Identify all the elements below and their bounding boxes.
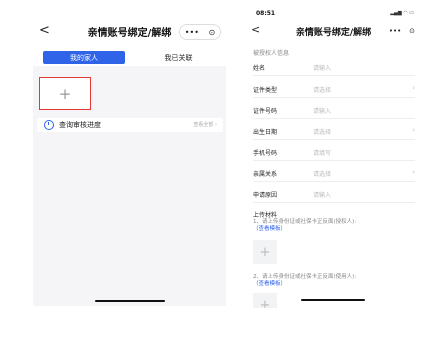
review-progress-row[interactable]: 查询审核进度 查看全部 › (37, 118, 223, 132)
signal-wifi-battery-icon: ▂▄▆ ◠ ▭ (390, 10, 414, 16)
field-label: 手机号码 (253, 150, 278, 157)
field-name[interactable]: 姓名 请输入 (253, 57, 415, 76)
field-id-number[interactable]: 证件号码 请输入 (253, 100, 415, 119)
field-label: 出生日期 (253, 129, 278, 136)
field-input[interactable]: 请输入 (313, 190, 331, 199)
field-id-type[interactable]: 证件类型 请选择 › (253, 79, 415, 98)
status-bar: 08:51 ▂▄▆ ◠ ▭ (245, 8, 422, 22)
field-label: 申请原因 (253, 192, 278, 199)
view-template-link-1[interactable]: （查看模板） (253, 226, 286, 232)
field-input[interactable]: 请输入 (313, 63, 331, 72)
field-input[interactable]: 请填写 (313, 148, 331, 157)
tab-linked[interactable]: 我已关联 (141, 51, 216, 64)
upload-text-2: 2、请上传身份证或社保卡正反面(使用人): (253, 274, 357, 280)
clock-icon (44, 120, 54, 130)
close-target-icon[interactable]: ⊙ (209, 28, 216, 37)
field-label: 姓名 (253, 65, 266, 72)
field-relationship[interactable]: 亲属关系 请选择 › (253, 163, 415, 182)
tab-bar: 我的家人 我已关联 (33, 48, 226, 66)
home-indicator (95, 300, 165, 302)
field-label: 证件类型 (253, 87, 278, 94)
view-all-link[interactable]: 查看全部 › (193, 121, 217, 128)
chevron-right-icon: › (412, 84, 415, 92)
field-label: 证件号码 (253, 108, 278, 115)
upload-text-1: 1、请上传身份证或社保卡正反面(授权人): (253, 219, 357, 225)
mini-program-capsule: ••• ⊙ (385, 25, 419, 36)
plus-icon: + (58, 84, 72, 103)
review-progress-label: 查询审核进度 (59, 121, 101, 129)
more-icon[interactable]: ••• (185, 28, 199, 37)
right-screen: 08:51 ▂▄▆ ◠ ▭ < 亲情账号绑定/解绑 ••• ⊙ 被授权人信息 姓… (245, 8, 422, 308)
mini-program-capsule: ••• ⊙ (179, 24, 221, 40)
upload-instruction-2: 2、请上传身份证或社保卡正反面(使用人): （查看模板） (253, 274, 418, 288)
field-select[interactable]: 请选择 (313, 169, 331, 178)
upload-instruction-1: 1、请上传身份证或社保卡正反面(授权人): （查看模板） (253, 219, 418, 233)
field-select[interactable]: 请选择 (313, 85, 331, 94)
more-icon[interactable]: ••• (389, 27, 401, 35)
home-indicator (301, 299, 365, 301)
upload-button-1[interactable]: + (253, 240, 277, 264)
upload-button-2[interactable]: + (253, 293, 277, 308)
nav-bar: < 亲情账号绑定/解绑 ••• ⊙ (33, 16, 226, 48)
field-label: 亲属关系 (253, 171, 278, 178)
field-input[interactable]: 请输入 (313, 106, 331, 115)
field-select[interactable]: 请选择 (313, 127, 331, 136)
chevron-right-icon: › (412, 168, 415, 176)
field-birth-date[interactable]: 出生日期 请选择 › (253, 121, 415, 140)
tab-my-family[interactable]: 我的家人 (43, 51, 125, 64)
add-family-button[interactable]: + (39, 77, 91, 110)
view-template-link-2[interactable]: （查看模板） (253, 281, 286, 287)
plus-icon: + (259, 244, 271, 260)
close-target-icon[interactable]: ⊙ (409, 27, 415, 35)
section-title: 被授权人信息 (253, 50, 290, 57)
left-screen: < 亲情账号绑定/解绑 ••• ⊙ 我的家人 我已关联 + 查询审核进度 查看全… (33, 16, 226, 306)
field-phone[interactable]: 手机号码 请填写 (253, 142, 415, 161)
upload-title: 上传材料 (253, 212, 278, 219)
status-time: 08:51 (256, 10, 276, 17)
plus-icon: + (259, 297, 271, 309)
chevron-right-icon: › (412, 126, 415, 134)
field-reason[interactable]: 申请原因 请输入 (253, 184, 415, 203)
